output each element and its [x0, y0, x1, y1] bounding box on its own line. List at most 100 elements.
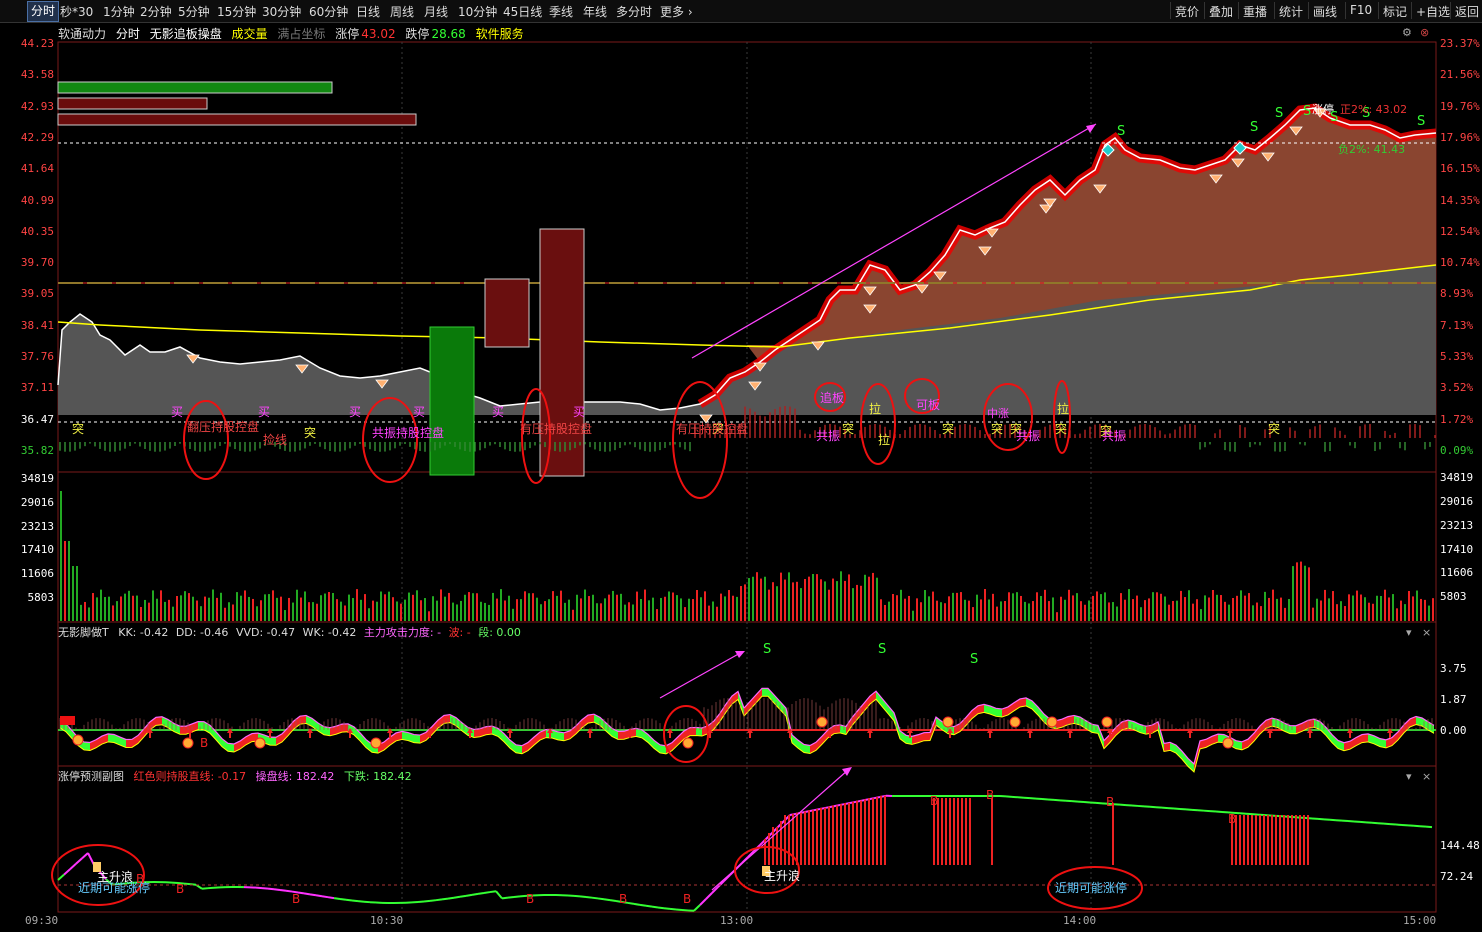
panel4-title: 涨停预测副图 红色则持股直线: -0.17 操盘线: 182.42 下跌: 18…: [58, 770, 412, 783]
oscillator-band: [882, 698, 888, 714]
oscillator-band: [84, 741, 90, 751]
oscillator-band: [288, 720, 294, 736]
panel4-line-segment: [585, 896, 593, 899]
buy-signal: 买: [492, 405, 505, 419]
panel4-line-segment: [513, 895, 521, 898]
strength-bar-red-2: [57, 113, 417, 126]
oscillator-band: [768, 688, 774, 703]
oscillator-band: [876, 691, 882, 707]
panel4-line-segment: [81, 852, 89, 860]
panel4-line-segment: [423, 899, 431, 903]
limit-up-price-label: 正2%: 43.02: [1340, 103, 1408, 116]
oscillator-band: [270, 737, 276, 746]
oscillator-band: [618, 731, 624, 740]
tu-signal: 突: [991, 422, 1004, 436]
tu-signal: 突: [842, 422, 855, 436]
oscillator-band: [858, 703, 864, 719]
oscillator-band: [780, 701, 786, 717]
oscillator-band: [774, 694, 780, 710]
buy-signal: 买: [413, 405, 426, 419]
oscillator-band: [1254, 725, 1260, 742]
panel3-money-marker: [370, 737, 382, 749]
sell-s-signal: S: [1275, 106, 1284, 121]
panel4-line-segment: [339, 897, 347, 901]
panel4-line-segment: [651, 905, 659, 909]
panel4-close-icon[interactable]: ×: [1422, 770, 1431, 783]
panel3-money-marker: [942, 716, 954, 728]
panel4-line-segment: [315, 894, 323, 898]
panel4-line-segment: [327, 896, 335, 900]
oscillator-band: [996, 708, 1002, 718]
buy-signal: 买: [171, 405, 184, 419]
oscillator-band: [1362, 733, 1368, 743]
panel4-line-segment: [357, 900, 365, 903]
large-candle-green: [429, 326, 475, 476]
sell-s-signal: S: [1250, 120, 1259, 135]
panel4-line-segment: [483, 891, 491, 894]
b-signal: B: [619, 892, 628, 906]
oscillator-band: [726, 696, 732, 713]
oscillator-band: [888, 705, 894, 721]
oscillator-band: [486, 726, 492, 735]
panel4-dropdown-icon[interactable]: ▾: [1406, 770, 1412, 783]
oscillator-band: [156, 716, 162, 726]
tu-signal: 突: [1268, 422, 1281, 436]
sell-s-signal: S: [970, 652, 979, 667]
buy-signal: 买: [573, 405, 586, 419]
time-axis-label: 14:00: [1063, 914, 1097, 927]
panel4-line-segment: [633, 902, 641, 906]
b-signal: B: [526, 892, 535, 906]
b-signal: B: [292, 892, 301, 906]
panel4-line-segment: [435, 898, 443, 902]
oscillator-band: [342, 723, 348, 733]
limit-up-top-mark: 涨停: [1312, 103, 1334, 116]
oscillator-band: [816, 736, 822, 751]
panel4-line-segment: [261, 887, 269, 890]
panel4-line-segment: [441, 897, 449, 901]
la-signal: 拉: [869, 402, 882, 416]
time-axis-label: 09:30: [25, 914, 59, 927]
large-candle-red-1: [484, 278, 530, 348]
panel4-line-segment: [663, 907, 671, 910]
oscillator-band: [300, 715, 306, 725]
b-signal: B: [683, 892, 692, 906]
tu-signal: 突: [942, 422, 955, 436]
oscillator-band: [108, 733, 114, 743]
control-label: 共振持股控盘: [372, 426, 445, 440]
oscillator-band: [1032, 700, 1038, 716]
panel4-line-segment: [333, 897, 341, 900]
b-signal: B: [176, 882, 185, 896]
panel3-close-icon[interactable]: ×: [1422, 626, 1431, 639]
oscillator-band: [672, 736, 678, 751]
may-limit-label: 近期可能涨停: [78, 881, 151, 895]
oscillator-band: [360, 732, 366, 748]
oscillator-band: [648, 734, 654, 749]
panel4-line-segment: [447, 896, 455, 900]
limit-down-price-label: 负2%: 41.43: [1338, 143, 1406, 156]
oscillator-band: [822, 729, 828, 745]
oscillator-band: [852, 710, 858, 726]
oscillator-band: [198, 721, 204, 730]
time-axis-label: 10:30: [370, 914, 404, 927]
b-signal: B: [200, 736, 209, 750]
oscillator-band: [576, 719, 582, 734]
panel3-money-marker: [254, 737, 266, 749]
panel4-line-segment: [273, 888, 281, 891]
zhuiban-signal: 追板: [820, 391, 845, 405]
panel4-line-segment: [627, 901, 635, 905]
panel4-line-segment: [657, 906, 665, 910]
panel3-money-marker: [72, 734, 84, 746]
panel4-line-segment: [303, 892, 311, 896]
buy-signal: 买: [349, 405, 362, 419]
panel3-dropdown-icon[interactable]: ▾: [1406, 626, 1412, 639]
control-label: 有压持股控盘: [676, 422, 749, 436]
oscillator-band: [1176, 745, 1182, 760]
sell-s-signal: S: [1417, 114, 1426, 129]
keban-signal: 可板: [916, 398, 941, 412]
sell-s-signal: S: [1303, 104, 1312, 119]
panel4-line-segment: [669, 907, 677, 911]
oscillator-band: [414, 734, 420, 744]
oscillator-band: [474, 728, 480, 738]
oscillator-band: [180, 726, 186, 735]
panel4-line-segment: [201, 887, 209, 890]
